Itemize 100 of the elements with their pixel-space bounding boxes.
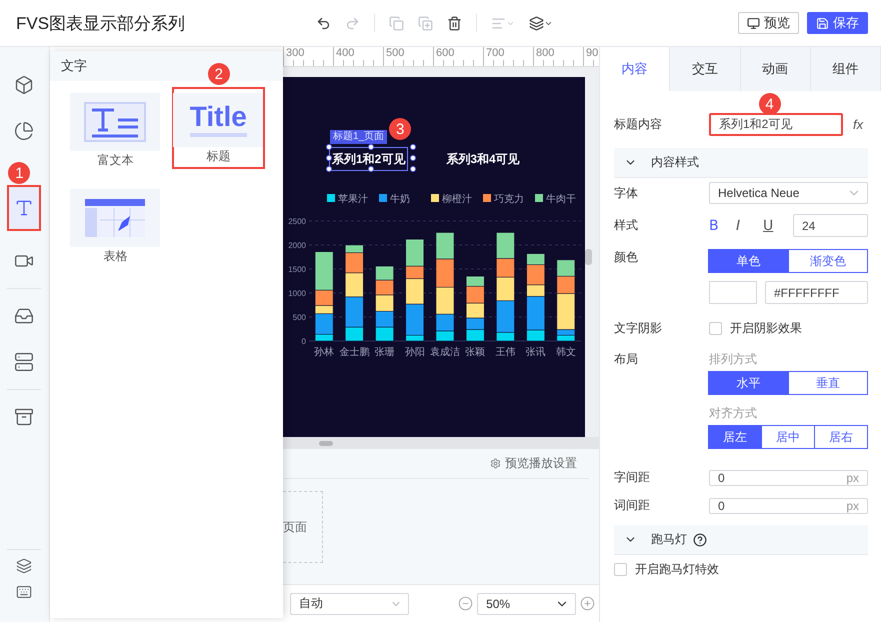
sub-label: 排列方式 — [709, 351, 758, 368]
document-title: FVS图表显示部分系列 — [16, 12, 186, 34]
panel-tab[interactable]: 内容 — [600, 47, 670, 91]
align-button[interactable]: 居中 — [761, 425, 815, 449]
page-thumbnail[interactable]: 页面 — [283, 491, 323, 563]
bar — [496, 232, 515, 259]
zoom-in-icon[interactable] — [580, 596, 595, 611]
zoom-select[interactable]: 50% — [477, 592, 576, 614]
field-label: 字体 — [614, 184, 639, 202]
bar — [466, 302, 484, 318]
field-label: 标题内容 — [614, 116, 663, 133]
section-title: 内容样式 — [651, 154, 699, 171]
checkbox-label: 开启阴影效果 — [730, 320, 802, 337]
title-content-field[interactable]: 系列1和2可见 — [709, 113, 843, 136]
spacing-field[interactable]: 0 px — [709, 470, 868, 486]
checkbox[interactable] — [614, 563, 627, 576]
font-select[interactable]: Helvetica Neue — [709, 182, 868, 204]
legend-label: 巧克力 — [494, 193, 524, 205]
canvas[interactable]: 标题1_页面 3 系列1和2可见 系列3和4可见 苹果汁 牛奶 柳橙汁 巧克力 牛肉干 0 500 1000 1500 2000 2500 孙林 金士鹏 张珊 孙阳 袁成洁 张颖 王伟 张讯 韩文 — [283, 77, 586, 437]
axis-category-label: 袁成洁 — [430, 347, 460, 358]
bar — [466, 318, 484, 330]
preview-button[interactable]: 预览 — [738, 12, 799, 34]
field-label: 字间距 — [614, 469, 651, 486]
color-mode-button[interactable]: 单色 — [708, 249, 788, 273]
save-button[interactable]: 保存 — [807, 12, 868, 34]
bar — [375, 294, 394, 312]
section-header[interactable]: 跑马灯 — [614, 525, 868, 555]
field-label: 样式 — [614, 217, 639, 234]
axis-tick-label: 500 — [292, 313, 306, 322]
component-card[interactable]: Title 标题 — [172, 87, 265, 169]
legend-label: 牛肉干 — [546, 193, 576, 205]
legend-item: 巧克力 — [483, 194, 524, 205]
bar — [436, 232, 454, 260]
rich-text-icon — [84, 102, 146, 142]
color-swatch[interactable] — [709, 281, 757, 304]
scrollbar[interactable] — [319, 440, 333, 446]
bar — [375, 266, 394, 280]
field-label: 文字阴影 — [614, 320, 663, 337]
undo-icon[interactable] — [316, 16, 331, 30]
layers-icon[interactable] — [529, 16, 553, 30]
help-icon[interactable] — [693, 532, 707, 546]
spacing-field[interactable]: 0 px — [709, 498, 868, 514]
monitor-icon — [747, 16, 760, 30]
panel-title: 文字 — [60, 57, 87, 75]
legend-label: 苹果汁 — [338, 193, 368, 205]
preview-settings-link[interactable]: 预览播放设置 — [505, 455, 577, 472]
keyboard-icon[interactable] — [16, 584, 32, 600]
axis-tick-label: 2500 — [288, 217, 306, 226]
section-title: 跑马灯 — [651, 531, 687, 548]
axis-category-label: 张颖 — [465, 347, 486, 358]
save-icon — [816, 16, 829, 30]
bar — [556, 260, 576, 276]
legend-item: 苹果汁 — [327, 194, 368, 205]
color-mode-button[interactable]: 渐变色 — [788, 249, 868, 273]
bar — [375, 280, 394, 296]
callout-badge: 3 — [389, 118, 412, 140]
selection-tag: 标题1_页面 — [330, 130, 388, 144]
axis-category-label: 王伟 — [495, 347, 516, 358]
trash-icon[interactable] — [447, 16, 462, 30]
pie-chart-icon — [14, 121, 34, 141]
italic-button[interactable]: I — [736, 218, 763, 234]
scrollbar[interactable] — [585, 249, 592, 265]
settings-icon[interactable] — [490, 458, 501, 469]
card-label: 标题 — [206, 148, 230, 165]
section-header[interactable]: 内容样式 — [614, 148, 868, 178]
bar — [345, 272, 364, 298]
canvas-title-text[interactable]: 系列3和4可见 — [446, 152, 520, 166]
legend-item: 牛肉干 — [535, 194, 576, 205]
axis-category-label: 孙林 — [314, 347, 334, 358]
axis-tick-label: 2000 — [288, 241, 306, 250]
fit-select[interactable]: 自动 — [290, 592, 409, 614]
axis-category-label: 韩文 — [556, 347, 576, 358]
axis-category-label: 张珊 — [374, 347, 395, 358]
align-button[interactable]: 居右 — [814, 425, 868, 449]
axis-category-label: 张讯 — [526, 347, 546, 358]
axis-tick-label: 1000 — [288, 289, 306, 298]
table-icon — [84, 198, 146, 238]
sub-label: 对齐方式 — [709, 405, 758, 422]
arrange-button[interactable]: 垂直 — [788, 371, 868, 395]
resize-handle[interactable] — [368, 166, 374, 172]
inbox-icon — [14, 306, 34, 326]
align-button[interactable]: 居左 — [708, 425, 762, 449]
field-label: 词间距 — [614, 497, 651, 514]
sidebar-item[interactable] — [7, 185, 42, 231]
zoom-out-icon[interactable] — [458, 596, 474, 611]
bold-button[interactable]: B — [709, 218, 736, 234]
server-icon — [14, 352, 34, 372]
axis-category-label: 金士鹏 — [339, 347, 370, 358]
formula-button[interactable]: fx — [853, 117, 864, 132]
resize-handle[interactable] — [368, 144, 374, 150]
font-size-field[interactable]: 24 — [793, 214, 868, 237]
legend-item: 柳橙汁 — [431, 194, 472, 205]
underline-button[interactable]: U — [763, 218, 790, 234]
arrange-button[interactable]: 水平 — [708, 371, 788, 395]
layers-icon[interactable] — [16, 558, 32, 574]
checkbox[interactable] — [709, 322, 722, 335]
bar — [466, 329, 484, 342]
card-label: 富文本 — [97, 152, 134, 169]
color-field[interactable]: #FFFFFFFF — [765, 281, 868, 304]
callout-badge: 4 — [758, 93, 780, 115]
